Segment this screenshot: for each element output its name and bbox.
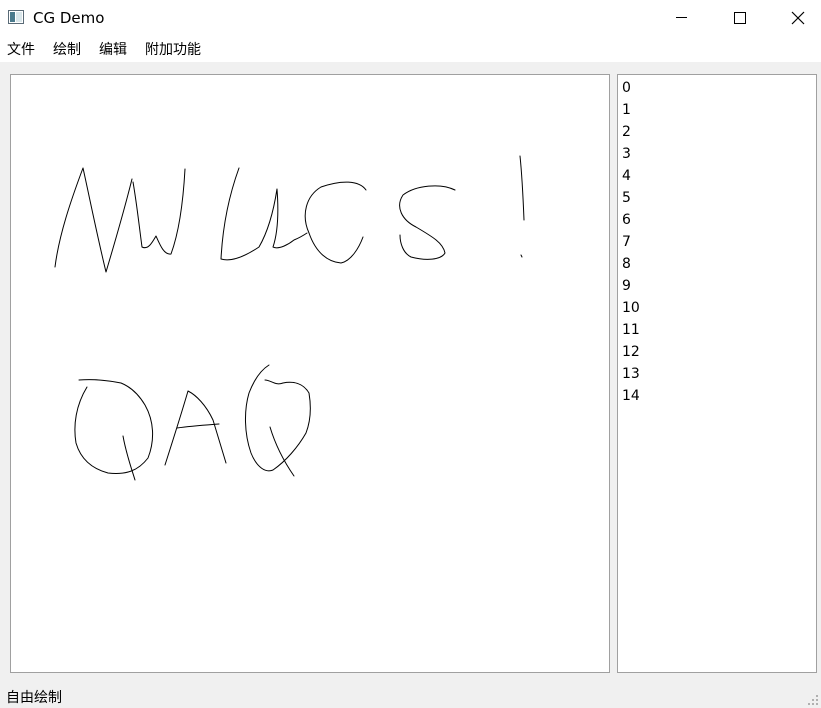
- resize-grip-icon[interactable]: [807, 694, 819, 706]
- maximize-button[interactable]: [711, 0, 769, 36]
- menu-extra-features[interactable]: 附加功能: [145, 41, 201, 59]
- freehand-stroke: [164, 390, 227, 466]
- close-button[interactable]: [769, 0, 821, 36]
- freehand-stroke: [74, 379, 153, 474]
- freehand-stroke: [245, 364, 311, 472]
- list-item[interactable]: 7: [622, 231, 802, 253]
- freehand-stroke: [269, 426, 295, 477]
- freehand-stroke: [122, 435, 136, 481]
- window-title: CG Demo: [33, 9, 105, 27]
- minimize-icon: [676, 17, 687, 18]
- menu-draw[interactable]: 绘制: [53, 41, 81, 59]
- list-item[interactable]: 6: [622, 209, 802, 231]
- freehand-stroke: [304, 181, 367, 264]
- list-item[interactable]: 2: [622, 121, 802, 143]
- title-bar[interactable]: CG Demo: [0, 0, 821, 36]
- status-text: 自由绘制: [6, 690, 62, 706]
- freehand-stroke: [220, 167, 308, 261]
- list-item[interactable]: 8: [622, 253, 802, 275]
- list-item[interactable]: 4: [622, 165, 802, 187]
- list-item[interactable]: 0: [622, 77, 802, 99]
- freehand-stroke: [520, 254, 523, 258]
- minimize-button[interactable]: [653, 0, 711, 36]
- list-item[interactable]: 14: [622, 385, 802, 407]
- app-window: CG Demo 文件 绘制 编辑 附加功能 0 1 2 3 4 5 6 7 8 …: [0, 0, 821, 708]
- primitive-list[interactable]: 0 1 2 3 4 5 6 7 8 9 10 11 12 13 14: [617, 74, 817, 673]
- freehand-stroke: [176, 423, 220, 429]
- freehand-stroke: [399, 185, 456, 260]
- list-item[interactable]: 3: [622, 143, 802, 165]
- list-item[interactable]: 10: [622, 297, 802, 319]
- status-bar: 自由绘制: [0, 686, 821, 708]
- app-icon: [8, 10, 24, 24]
- list-item[interactable]: 9: [622, 275, 802, 297]
- list-item[interactable]: 5: [622, 187, 802, 209]
- freehand-stroke: [54, 167, 133, 273]
- maximize-icon: [734, 12, 746, 24]
- menu-file[interactable]: 文件: [7, 41, 35, 59]
- list-item[interactable]: 12: [622, 341, 802, 363]
- list-item[interactable]: 11: [622, 319, 802, 341]
- menu-bar: 文件 绘制 编辑 附加功能: [0, 36, 821, 62]
- close-icon: [791, 11, 805, 25]
- list-item[interactable]: 13: [622, 363, 802, 385]
- freehand-stroke: [132, 168, 186, 255]
- list-item[interactable]: 1: [622, 99, 802, 121]
- drawing-canvas[interactable]: [10, 74, 610, 673]
- menu-edit[interactable]: 编辑: [99, 41, 127, 59]
- canvas-drawing: [54, 155, 525, 481]
- freehand-stroke: [519, 155, 525, 221]
